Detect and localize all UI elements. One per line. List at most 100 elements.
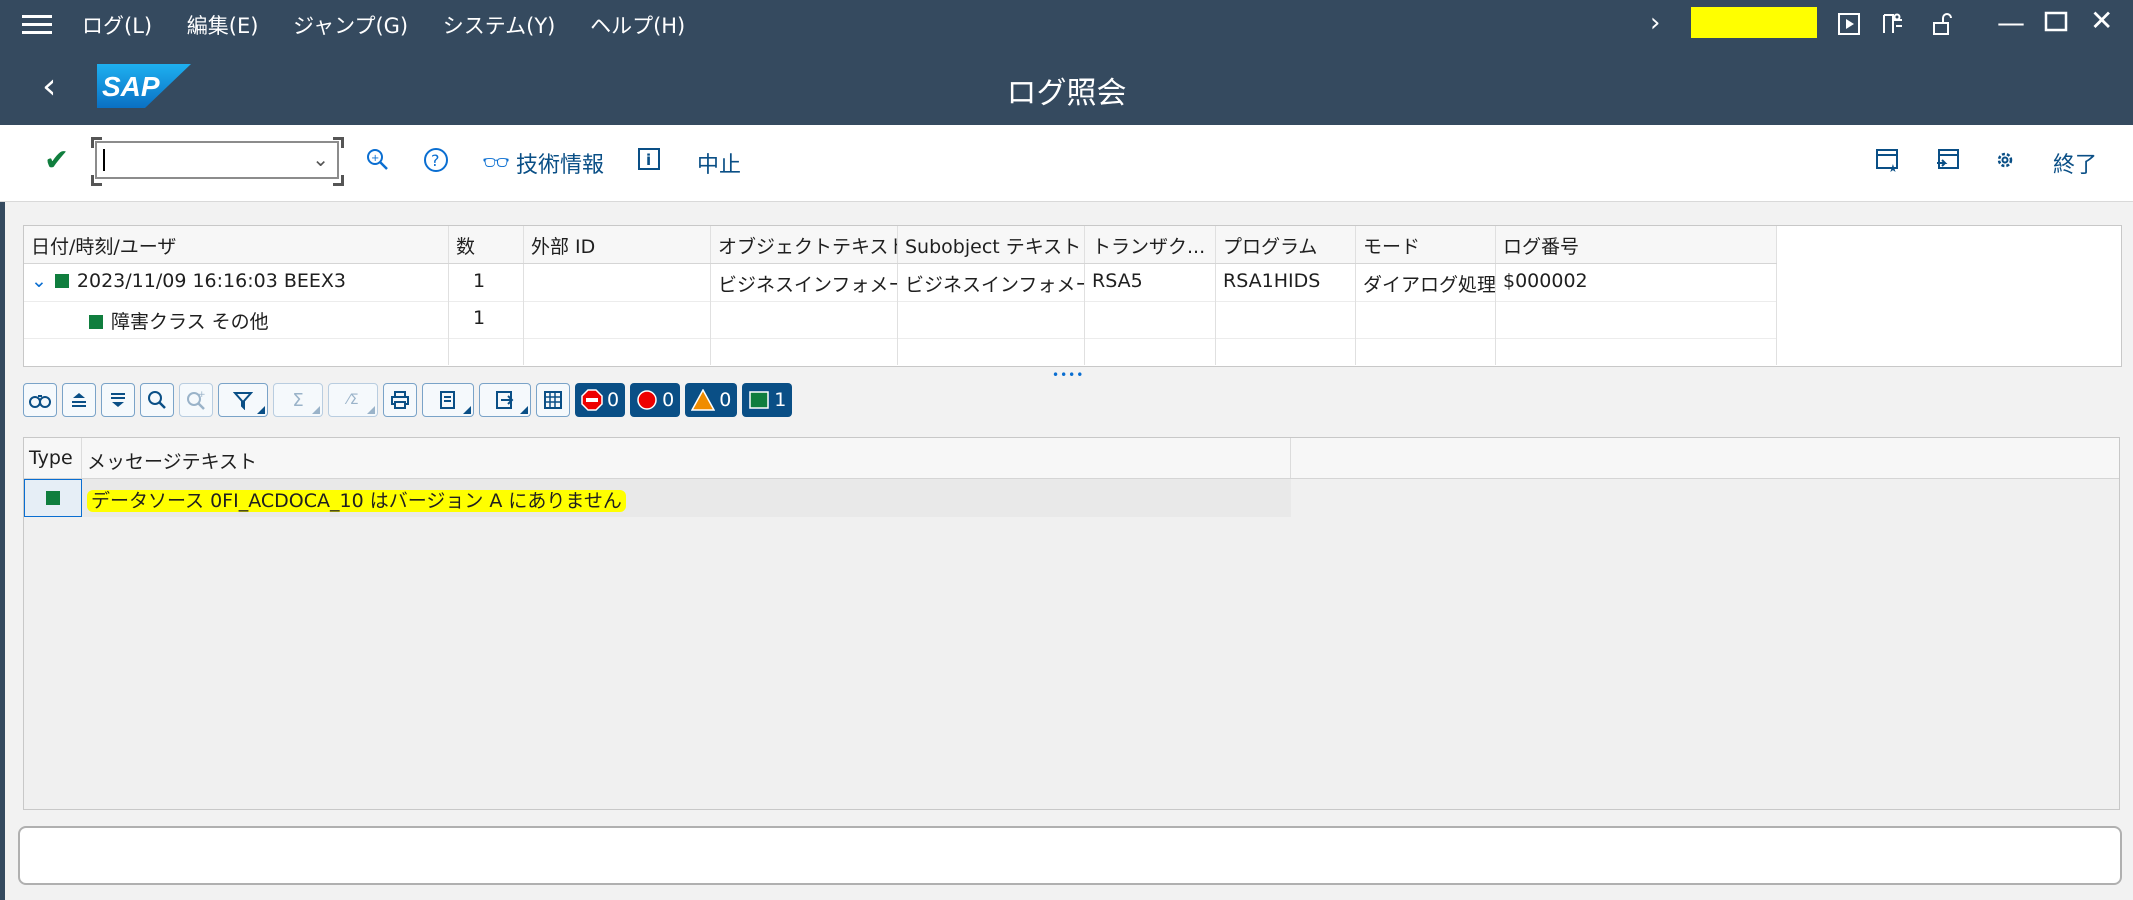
log-header-table: 日付/時刻/ユーザ 数 外部 ID オブジェクトテキスト Subobject テ… <box>23 225 2122 367</box>
cell-problem-class: 障害クラス その他 <box>111 311 269 333</box>
filter-icon[interactable] <box>218 383 268 417</box>
binoculars-icon: 👓︎ <box>482 150 510 176</box>
menu-list: ログ(L) 編集(E) ジャンプ(G) システム(Y) ヘルプ(H) <box>82 10 713 40</box>
views-icon[interactable] <box>422 383 474 417</box>
success-square-icon <box>54 274 69 288</box>
stop-count: 0 <box>607 389 620 411</box>
message-text: データソース 0FI_ACDOCA_10 はバージョン A にありません <box>87 490 626 512</box>
svg-text:?: ? <box>431 151 440 170</box>
col-count[interactable]: 数 <box>449 226 524 263</box>
text-cursor <box>103 149 105 171</box>
layout-grid-icon[interactable] <box>536 383 570 417</box>
error-count-button[interactable]: 0 <box>630 383 681 417</box>
message-toolbar: + Σ ⁄Σ 0 0 0 1 <box>23 383 793 421</box>
sort-ascending-icon[interactable] <box>62 383 96 417</box>
window-star-icon[interactable]: ★ <box>1875 147 1901 173</box>
info-count: 1 <box>774 389 787 411</box>
print-icon[interactable] <box>383 383 417 417</box>
help-icon[interactable]: ? <box>423 147 449 173</box>
svg-text:+: + <box>198 390 206 400</box>
message-table: Type メッセージテキスト データソース 0FI_ACDOCA_10 はバージ… <box>23 437 2120 810</box>
success-square-icon <box>89 315 103 329</box>
col-external-id[interactable]: 外部 ID <box>524 226 711 263</box>
svg-text:i: i <box>646 151 651 169</box>
cell-datetime-user: 2023/11/09 16:16:03 BEEX3 <box>76 270 346 292</box>
menu-system[interactable]: システム(Y) <box>443 14 556 38</box>
cell-program: RSA1HIDS <box>1216 264 1356 301</box>
focus-corner <box>91 137 102 148</box>
unlock-icon[interactable] <box>1926 8 1958 40</box>
col-message-text[interactable]: メッセージテキスト <box>82 438 1291 478</box>
maximize-icon[interactable] <box>2044 7 2068 40</box>
col-mode[interactable]: モード <box>1356 226 1496 263</box>
chevron-right-icon[interactable]: › <box>1650 8 1660 38</box>
hamburger-menu-icon[interactable] <box>22 12 52 36</box>
menu-goto[interactable]: ジャンプ(G) <box>293 14 408 38</box>
command-field[interactable]: ⌄ <box>95 141 339 179</box>
settings-gear-icon[interactable] <box>1993 147 2019 173</box>
close-icon[interactable]: ✕ <box>2090 4 2113 37</box>
svg-text:★: ★ <box>1888 162 1898 173</box>
tech-info-button[interactable]: 👓︎ 技術情報 <box>482 147 604 179</box>
col-log-number[interactable]: ログ番号 <box>1496 226 1777 263</box>
details-binoculars-icon[interactable] <box>23 383 57 417</box>
find-next-icon[interactable]: + <box>179 383 213 417</box>
warning-triangle-icon <box>691 389 716 411</box>
splitter-handle[interactable]: •••• <box>1052 368 1084 382</box>
cell-type[interactable] <box>24 479 82 517</box>
minimize-icon[interactable]: — <box>1997 6 2025 39</box>
search-more-icon[interactable]: + <box>365 147 389 171</box>
svg-text:+: + <box>371 153 379 164</box>
stop-count-button[interactable]: 0 <box>575 383 626 417</box>
new-window-icon[interactable] <box>1935 147 1961 173</box>
table-row[interactable]: 障害クラス その他 1 <box>24 301 1777 339</box>
cell-subobject-text: ビジネスインフォメーシ <box>898 264 1085 301</box>
col-subobject-text[interactable]: Subobject テキスト <box>898 226 1085 263</box>
title-bar: ‹ SAP ログ照会 <box>0 50 2133 125</box>
app-toolbar: ✔ ⌄ + ? 👓︎ 技術情報 i 中止 ★ 終了 <box>0 125 2133 202</box>
cancel-button[interactable]: 中止 <box>697 147 741 179</box>
cell-external-id <box>524 264 711 301</box>
info-count-button[interactable]: 1 <box>742 383 793 417</box>
cell-count: 1 <box>449 301 524 338</box>
confirm-check-icon[interactable]: ✔ <box>44 143 69 178</box>
menu-edit[interactable]: 編集(E) <box>187 14 259 38</box>
page-title: ログ照会 <box>1006 76 1127 111</box>
redacted-highlight <box>1691 7 1817 38</box>
col-datetime-user[interactable]: 日付/時刻/ユーザ <box>24 226 449 263</box>
sum-icon[interactable]: Σ <box>273 383 323 417</box>
cell-count: 1 <box>449 264 524 301</box>
subtotal-icon[interactable]: ⁄Σ <box>328 383 378 417</box>
table-header: Type メッセージテキスト <box>24 438 2119 479</box>
success-square-icon <box>749 391 770 409</box>
cell-object-text: ビジネスインフォメーシ <box>711 264 898 301</box>
dropdown-triangle <box>520 406 528 414</box>
table-row[interactable]: ⌄ 2023/11/09 16:16:03 BEEX3 1 ビジネスインフォメーシ… <box>24 264 1777 302</box>
stop-sign-icon <box>581 389 603 411</box>
col-program[interactable]: プログラム <box>1216 226 1356 263</box>
focus-corner <box>91 175 102 186</box>
play-icon[interactable] <box>1833 8 1865 40</box>
export-icon[interactable] <box>479 383 531 417</box>
table-header: 日付/時刻/ユーザ 数 外部 ID オブジェクトテキスト Subobject テ… <box>24 226 1777 264</box>
info-icon[interactable]: i <box>637 147 661 171</box>
table-row-empty <box>24 338 1777 365</box>
menu-help[interactable]: ヘルプ(H) <box>590 14 685 38</box>
warning-count: 0 <box>719 389 732 411</box>
cell-message-text[interactable]: データソース 0FI_ACDOCA_10 はバージョン A にありません <box>82 479 1291 517</box>
sort-descending-icon[interactable] <box>101 383 135 417</box>
chevron-down-icon[interactable]: ⌄ <box>31 270 47 292</box>
find-icon[interactable] <box>140 383 174 417</box>
layout-icon[interactable] <box>1877 8 1909 40</box>
col-object-text[interactable]: オブジェクトテキスト <box>711 226 898 263</box>
focus-corner <box>333 137 344 148</box>
status-bar[interactable] <box>18 826 2122 885</box>
chevron-down-icon[interactable]: ⌄ <box>312 147 329 171</box>
menu-log[interactable]: ログ(L) <box>82 14 152 38</box>
col-transaction[interactable]: トランザク... <box>1085 226 1216 263</box>
table-row[interactable]: データソース 0FI_ACDOCA_10 はバージョン A にありません <box>24 479 1291 517</box>
warning-count-button[interactable]: 0 <box>685 383 738 417</box>
exit-button[interactable]: 終了 <box>2053 147 2097 179</box>
col-type[interactable]: Type <box>24 438 82 478</box>
error-count: 0 <box>662 389 675 411</box>
